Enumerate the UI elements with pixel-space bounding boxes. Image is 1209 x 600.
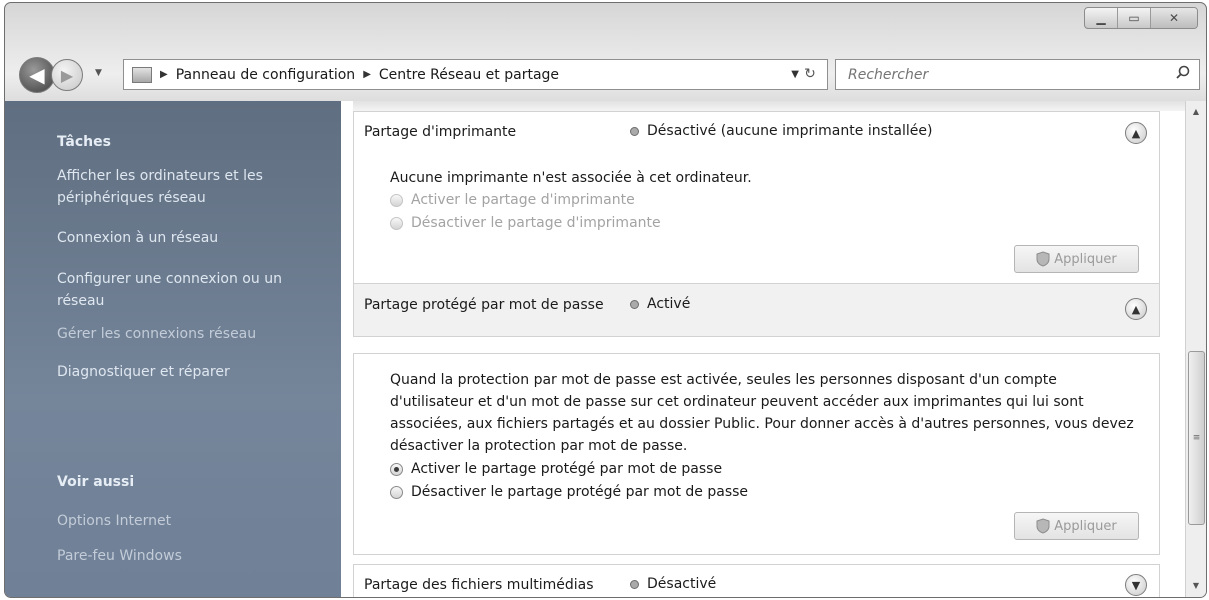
password-apply-label: Appliquer <box>1054 518 1117 534</box>
collapse-printer-button[interactable]: ▲ <box>1125 122 1147 144</box>
printer-sharing-status: Désactivé (aucune imprimante installée) <box>630 123 932 139</box>
printer-disable-label: Désactiver le partage d'imprimante <box>411 215 661 231</box>
refresh-button[interactable]: ↻ <box>793 59 827 88</box>
radio-icon <box>390 216 403 230</box>
control-panel-icon <box>132 66 152 83</box>
scroll-up-arrow-icon[interactable]: ▲ <box>1186 103 1206 119</box>
section-top-edge <box>353 101 1185 111</box>
media-sharing-title: Partage des fichiers multimédias <box>364 577 594 593</box>
password-sharing-title: Partage protégé par mot de passe <box>364 297 604 313</box>
search-input[interactable] <box>846 65 1170 84</box>
explorer-window: ▁ ▭ ✕ ◀ ▶ ▼ ▶ Panneau de configuration ▶… <box>4 2 1207 598</box>
printer-enable-label: Activer le partage d'imprimante <box>411 192 635 208</box>
tasks-heading: Tâches <box>57 134 111 150</box>
title-bar: ▁ ▭ ✕ <box>5 3 1206 45</box>
grip-icon: ≡ <box>1192 433 1201 443</box>
password-disable-label: Désactiver le partage protégé par mot de… <box>411 484 749 500</box>
task-setup-connection[interactable]: Configurer une connexion ou un réseau <box>57 268 297 312</box>
radio-icon <box>390 193 403 207</box>
task-pane: Tâches Afficher les ordinateurs et les p… <box>5 101 341 597</box>
see-also-heading: Voir aussi <box>57 474 135 490</box>
printer-sharing-section: Partage d'imprimante Désactivé (aucune i… <box>353 111 1160 285</box>
search-icon[interactable] <box>1175 65 1191 81</box>
password-status-text: Activé <box>647 296 691 312</box>
chevron-up-icon: ▲ <box>1131 302 1141 316</box>
radio-selected-icon <box>390 462 403 476</box>
history-dropdown-icon[interactable]: ▼ <box>95 68 102 78</box>
forward-arrow-icon: ▶ <box>60 65 74 85</box>
window-controls: ▁ ▭ ✕ <box>1084 7 1198 29</box>
password-sharing-status: Activé <box>630 296 690 312</box>
maximize-button[interactable]: ▭ <box>1117 8 1150 28</box>
close-button[interactable]: ✕ <box>1150 8 1197 28</box>
forward-button[interactable]: ▶ <box>51 59 83 91</box>
shield-icon <box>1036 251 1050 267</box>
minimize-button[interactable]: ▁ <box>1085 8 1117 28</box>
printer-apply-button[interactable]: Appliquer <box>1014 245 1139 273</box>
refresh-icon: ↻ <box>804 65 816 82</box>
navigation-bar: ◀ ▶ ▼ ▶ Panneau de configuration ▶ Centr… <box>5 53 1206 101</box>
breadcrumb-control-panel[interactable]: Panneau de configuration <box>176 67 355 83</box>
task-view-computers[interactable]: Afficher les ordinateurs et les périphér… <box>57 165 297 209</box>
vertical-scrollbar[interactable]: ▲ ≡ ▼ <box>1185 101 1206 597</box>
back-button[interactable]: ◀ <box>19 57 55 93</box>
printer-sharing-title: Partage d'imprimante <box>364 124 517 140</box>
media-sharing-status: Désactivé <box>630 576 716 592</box>
search-box[interactable] <box>835 59 1200 90</box>
status-dot-icon <box>630 299 639 309</box>
media-sharing-section: Partage des fichiers multimédias Désacti… <box>353 564 1160 597</box>
expand-media-button[interactable]: ▼ <box>1125 574 1147 596</box>
settings-content: Partage d'imprimante Désactivé (aucune i… <box>341 101 1185 597</box>
task-diagnose-repair[interactable]: Diagnostiquer et réparer <box>57 361 297 383</box>
see-also-windows-firewall[interactable]: Pare-feu Windows <box>57 545 297 567</box>
chevron-up-icon: ▲ <box>1131 126 1141 140</box>
back-arrow-icon: ◀ <box>29 63 45 87</box>
printer-description: Aucune imprimante n'est associée à cet o… <box>390 170 752 186</box>
see-also-internet-options[interactable]: Options Internet <box>57 510 297 532</box>
shield-icon <box>1036 518 1050 534</box>
collapse-password-button[interactable]: ▲ <box>1125 298 1147 320</box>
password-enable-label: Activer le partage protégé par mot de pa… <box>411 461 723 477</box>
breadcrumb-separator-icon[interactable]: ▶ <box>160 69 168 80</box>
password-enable-option[interactable]: Activer le partage protégé par mot de pa… <box>390 461 722 477</box>
printer-status-text: Désactivé (aucune imprimante installée) <box>647 123 933 139</box>
printer-apply-label: Appliquer <box>1054 251 1117 267</box>
scroll-down-arrow-icon[interactable]: ▼ <box>1186 577 1206 593</box>
scroll-thumb[interactable]: ≡ <box>1188 351 1205 525</box>
password-apply-button[interactable]: Appliquer <box>1014 512 1139 540</box>
status-dot-icon <box>630 126 639 136</box>
chevron-down-icon: ▼ <box>1131 578 1141 592</box>
printer-enable-option[interactable]: Activer le partage d'imprimante <box>390 192 635 208</box>
task-connect-network[interactable]: Connexion à un réseau <box>57 227 297 249</box>
breadcrumb-network-center[interactable]: Centre Réseau et partage <box>379 67 559 83</box>
printer-disable-option[interactable]: Désactiver le partage d'imprimante <box>390 215 661 231</box>
password-sharing-header: Partage protégé par mot de passe Activé … <box>353 283 1160 337</box>
status-dot-icon <box>630 579 639 589</box>
password-disable-option[interactable]: Désactiver le partage protégé par mot de… <box>390 484 748 500</box>
address-bar[interactable]: ▶ Panneau de configuration ▶ Centre Rése… <box>123 59 828 90</box>
media-status-text: Désactivé <box>647 576 717 592</box>
radio-icon <box>390 485 403 499</box>
task-manage-connections[interactable]: Gérer les connexions réseau <box>57 323 297 345</box>
password-sharing-body: Quand la protection par mot de passe est… <box>353 353 1160 555</box>
password-description: Quand la protection par mot de passe est… <box>390 372 1134 454</box>
breadcrumb-separator-icon[interactable]: ▶ <box>363 69 371 80</box>
